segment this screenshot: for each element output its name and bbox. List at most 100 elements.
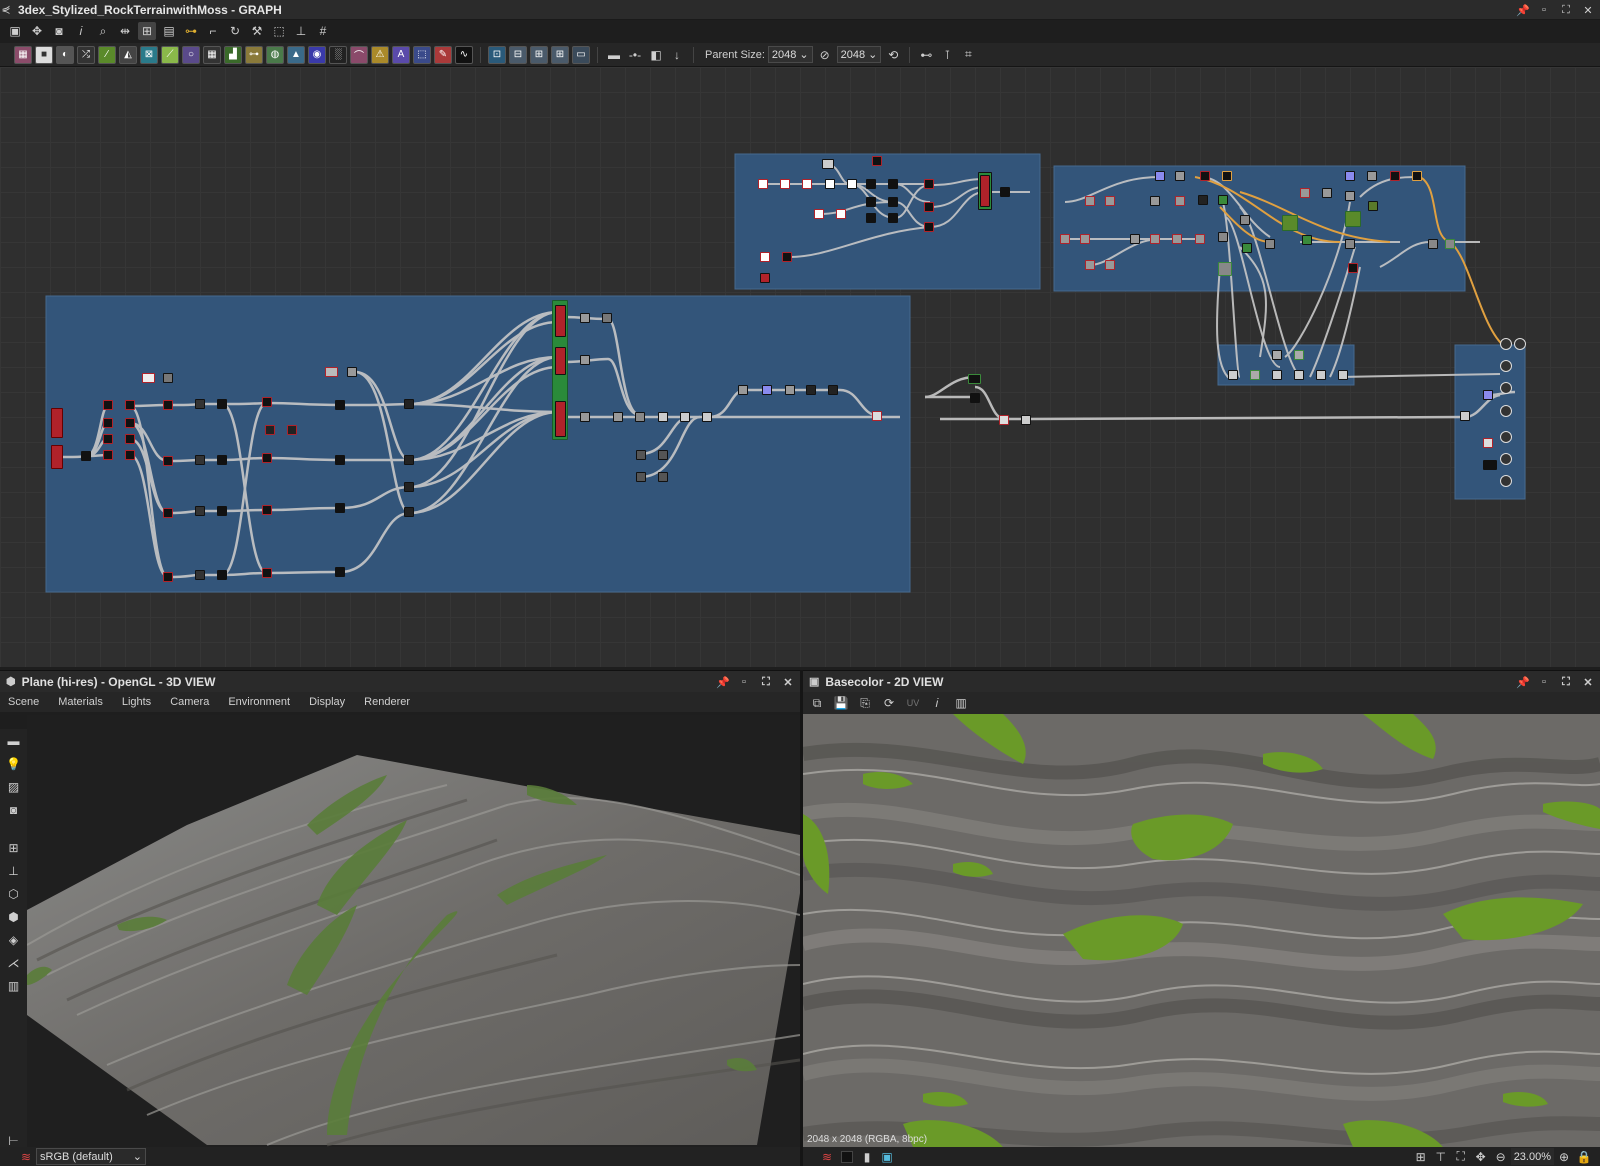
graph-node[interactable] — [195, 506, 205, 516]
refresh-icon[interactable]: ↻ — [226, 22, 244, 40]
pan-icon[interactable]: ✥ — [28, 22, 46, 40]
pin-icon[interactable]: 📌 — [1516, 4, 1530, 17]
graph-node[interactable] — [1195, 234, 1205, 244]
graph-node[interactable] — [1228, 370, 1238, 380]
graph-node[interactable] — [760, 273, 770, 283]
graph-node[interactable] — [1294, 350, 1304, 360]
info-icon[interactable]: 𝑖 — [72, 22, 90, 40]
comment-icon[interactable]: ▤ — [160, 22, 178, 40]
lock-icon[interactable]: 🔒 — [1574, 1148, 1594, 1166]
graph-output-node[interactable] — [1500, 453, 1512, 465]
align-vertical-icon[interactable]: ⊺ — [938, 46, 956, 64]
graph-node[interactable] — [217, 399, 227, 409]
warp-icon[interactable]: ⊶ — [245, 45, 263, 64]
align-horizontal-icon[interactable]: ⊷ — [917, 46, 935, 64]
layers-icon[interactable]: ≋ — [817, 1148, 837, 1166]
graph-node[interactable] — [866, 179, 876, 189]
graph-node[interactable] — [1272, 370, 1282, 380]
graph-node[interactable] — [142, 373, 155, 383]
graph-node[interactable] — [780, 179, 790, 189]
graph-node[interactable] — [555, 305, 566, 337]
graph-output-node[interactable] — [1500, 405, 1512, 417]
graph-node[interactable] — [802, 179, 812, 189]
graph-node[interactable] — [847, 179, 857, 189]
bitmap-node-icon[interactable]: ▦ — [14, 45, 32, 64]
graph-node[interactable] — [335, 455, 345, 465]
graph-node[interactable] — [702, 412, 712, 422]
normal-icon[interactable]: ⊠ — [140, 45, 158, 64]
graph-node[interactable] — [1130, 234, 1140, 244]
graph-node[interactable] — [613, 412, 623, 422]
graph-node[interactable] — [335, 567, 345, 577]
graph-output-icon[interactable]: ⊞ — [551, 45, 569, 64]
minimize-icon[interactable]: ▫ — [738, 676, 750, 688]
view3d-viewport[interactable] — [27, 715, 800, 1147]
close-icon[interactable]: ✕ — [782, 676, 794, 689]
graph-node[interactable] — [1250, 370, 1260, 380]
gradient-icon[interactable]: ⟋ — [161, 45, 179, 64]
text-icon[interactable]: A — [392, 45, 410, 64]
graph-node[interactable] — [1172, 234, 1182, 244]
uniform-color-icon[interactable]: ■ — [35, 45, 53, 64]
graph-node[interactable] — [580, 313, 590, 323]
graph-node[interactable] — [1345, 191, 1355, 201]
hsl-icon[interactable]: ○ — [182, 45, 200, 64]
graph-node[interactable] — [262, 505, 272, 515]
environment-icon[interactable]: ▨ — [5, 779, 23, 795]
crop-icon[interactable]: ⬚ — [413, 45, 431, 64]
color-wheel-icon[interactable]: ◉ — [308, 45, 326, 64]
anchor-icon[interactable]: ↓ — [668, 46, 686, 64]
menu-lights[interactable]: Lights — [122, 696, 151, 708]
graph-node[interactable] — [1368, 201, 1378, 211]
graph-node[interactable] — [1155, 171, 1165, 181]
frame-large[interactable] — [45, 295, 911, 593]
graph-node[interactable] — [762, 385, 772, 395]
paint-icon[interactable]: ✎ — [434, 45, 452, 64]
reroute-icon[interactable]: ⌐ — [204, 22, 222, 40]
graph-node[interactable] — [1390, 171, 1400, 181]
graph-node[interactable] — [872, 411, 882, 421]
graph-node[interactable] — [888, 197, 898, 207]
zoom-field[interactable]: 23.00% — [1510, 1148, 1554, 1165]
fill-icon[interactable]: ▟ — [224, 45, 242, 64]
graph-node[interactable] — [828, 385, 838, 395]
shuffle-icon[interactable]: ⤮ — [77, 45, 95, 64]
graph-node[interactable] — [602, 313, 612, 323]
graph-node[interactable] — [1105, 260, 1115, 270]
graph-node[interactable] — [335, 400, 345, 410]
graph-node[interactable] — [680, 412, 690, 422]
snap-icon[interactable]: ⌗ — [959, 46, 977, 64]
graph-node[interactable] — [1483, 438, 1493, 448]
graph-node[interactable] — [924, 179, 934, 189]
graph-node[interactable] — [404, 482, 414, 492]
close-icon[interactable]: ✕ — [1582, 676, 1594, 689]
graph-node[interactable] — [163, 508, 173, 518]
graph-node[interactable] — [1367, 171, 1377, 181]
menu-display[interactable]: Display — [309, 696, 345, 708]
graph-node[interactable] — [287, 425, 297, 435]
graph-node[interactable] — [1198, 195, 1208, 205]
menu-camera[interactable]: Camera — [170, 696, 209, 708]
navigation-icon[interactable]: ◧ — [647, 46, 665, 64]
menu-materials[interactable]: Materials — [58, 696, 103, 708]
graph-node[interactable] — [1240, 215, 1250, 225]
graph-node[interactable] — [163, 456, 173, 466]
frame-all-icon[interactable]: ▣ — [6, 22, 24, 40]
graph-node[interactable] — [195, 570, 205, 580]
graph-node[interactable] — [1316, 370, 1326, 380]
camera-icon[interactable]: ▬ — [5, 733, 23, 749]
fit-icon[interactable]: ⛶ — [1451, 1148, 1471, 1166]
search-icon[interactable]: ⌕ — [94, 22, 112, 40]
duplicate-icon[interactable]: ⎘ — [855, 694, 875, 712]
graph-node[interactable] — [836, 209, 846, 219]
axis-icon[interactable]: ⊥ — [5, 863, 23, 879]
stamp-icon[interactable]: ⊥ — [292, 22, 310, 40]
uv-toggle[interactable]: UV — [903, 694, 923, 712]
screenshot-icon[interactable]: ◙ — [5, 802, 23, 818]
graph-node[interactable] — [1412, 171, 1422, 181]
grid-icon[interactable]: ⊞ — [1411, 1148, 1431, 1166]
graph-node[interactable] — [262, 568, 272, 578]
graph-output-node[interactable] — [1514, 338, 1526, 350]
graph-node[interactable] — [1085, 196, 1095, 206]
graph-node[interactable] — [103, 434, 113, 444]
